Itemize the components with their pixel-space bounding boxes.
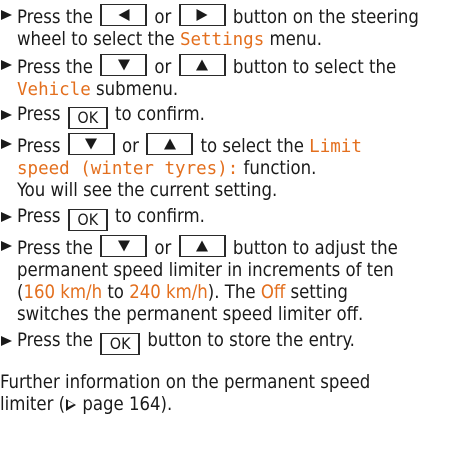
bullet-arrow-icon [1, 212, 12, 222]
step-text: button on the steering [232, 7, 419, 28]
up-key [178, 235, 226, 257]
step-text: Press [17, 136, 61, 157]
step-text: to confirm. [115, 206, 205, 227]
down-key [100, 235, 148, 257]
step-text: or [154, 238, 172, 259]
step-5: Press OK to confirm. [0, 206, 465, 231]
triangle-down-icon [117, 240, 130, 252]
triangle-up-icon [163, 138, 176, 150]
step-text: ). The [207, 282, 256, 303]
ok-key: OK [67, 209, 108, 231]
step-6-line-3: (160 km/h to 240 km/h). The Off setting [17, 282, 465, 304]
step-text: to confirm. [115, 104, 205, 125]
bullet-arrow-icon [1, 60, 12, 70]
step-text: permanent speed limiter in increments of… [17, 260, 394, 281]
step-4-line-1: Press or to select the Limit [17, 133, 465, 158]
step-3-line-1: Press OK to confirm. [17, 104, 465, 129]
bullet-arrow-icon [1, 110, 12, 120]
ok-key: OK [100, 333, 141, 355]
step-text: to select the [200, 136, 304, 157]
step-2-line-2: Vehicle submenu. [17, 79, 465, 101]
step-2: Press the or button to select the Vehicl… [0, 54, 465, 101]
step-text: button to adjust the [232, 238, 398, 259]
step-2-line-1: Press the or button to select the [17, 54, 465, 79]
footer-note: Further information on the permanent spe… [0, 372, 465, 416]
triangle-down-icon [85, 138, 98, 150]
speed-value: 160 km/h [23, 282, 103, 303]
speed-value: 240 km/h [129, 282, 208, 303]
step-6-line-1: Press the or button to adjust the [17, 235, 465, 260]
setting-value: Off [260, 282, 286, 303]
step-text: or [154, 57, 172, 78]
down-key [100, 54, 148, 76]
step-1: Press the or button on the steering whee… [0, 4, 465, 51]
step-4: Press or to select the Limit speed (wint… [0, 133, 465, 202]
step-7-line-1: Press the OK button to store the entry. [17, 330, 465, 355]
triangle-down-icon [117, 59, 130, 71]
step-text: Press the [17, 330, 93, 351]
step-6: Press the or button to adjust the perman… [0, 235, 465, 326]
function-name: Limit [309, 137, 362, 157]
triangle-right-icon [196, 9, 208, 21]
triangle-up-icon [196, 240, 209, 252]
bullet-arrow-icon [1, 336, 12, 346]
step-text: You will see the current setting. [17, 180, 278, 201]
left-key [100, 4, 148, 26]
step-3: Press OK to confirm. [0, 104, 465, 129]
step-6-line-2: permanent speed limiter in increments of… [17, 260, 465, 282]
step-text: switches the permanent speed limiter off… [17, 304, 364, 325]
step-text: Press [17, 206, 61, 227]
up-key [178, 54, 226, 76]
submenu-name: Vehicle [17, 80, 91, 100]
footer-line-2: limiter ( page 164). [0, 394, 465, 416]
step-1-line-2: wheel to select the Settings menu. [17, 29, 465, 51]
step-text: function. [243, 158, 317, 179]
step-text: Press the [17, 7, 93, 28]
page-reference-arrow-icon [65, 399, 77, 411]
step-6-line-4: switches the permanent speed limiter off… [17, 304, 465, 326]
bullet-arrow-icon [1, 10, 12, 20]
step-1-line-1: Press the or button on the steering [17, 4, 465, 29]
function-name: speed (winter tyres): [17, 159, 239, 179]
bullet-arrow-icon [1, 241, 12, 251]
step-text: button to store the entry. [147, 330, 355, 351]
step-text: button to select the [232, 57, 397, 78]
footer-text: limiter ( [0, 394, 66, 415]
step-text: menu. [269, 29, 323, 50]
step-text: Press the [17, 238, 93, 259]
step-text: or [122, 136, 139, 157]
footer-line-1: Further information on the permanent spe… [0, 372, 371, 393]
step-4-line-2: speed (winter tyres): function. [17, 158, 465, 180]
step-text: wheel to select the [17, 29, 175, 50]
step-text: setting [290, 282, 348, 303]
step-4-line-3: You will see the current setting. [17, 180, 465, 202]
triangle-left-icon [118, 9, 130, 21]
step-text: Press the [17, 57, 93, 78]
step-text: submenu. [96, 79, 179, 100]
menu-name: Settings [179, 30, 265, 50]
step-text: to [107, 282, 124, 303]
step-text: Press [17, 104, 61, 125]
step-7: Press the OK button to store the entry. [0, 330, 465, 355]
right-key [178, 4, 226, 26]
triangle-up-icon [196, 59, 209, 71]
step-5-line-1: Press OK to confirm. [17, 206, 465, 231]
ok-key: OK [67, 107, 108, 129]
manual-page: Press the or button on the steering whee… [0, 0, 465, 455]
step-text: or [154, 7, 172, 28]
bullet-arrow-icon [1, 139, 12, 149]
page-reference-link[interactable]: page 164). [82, 394, 172, 415]
up-key [146, 133, 194, 155]
down-key [67, 133, 115, 155]
